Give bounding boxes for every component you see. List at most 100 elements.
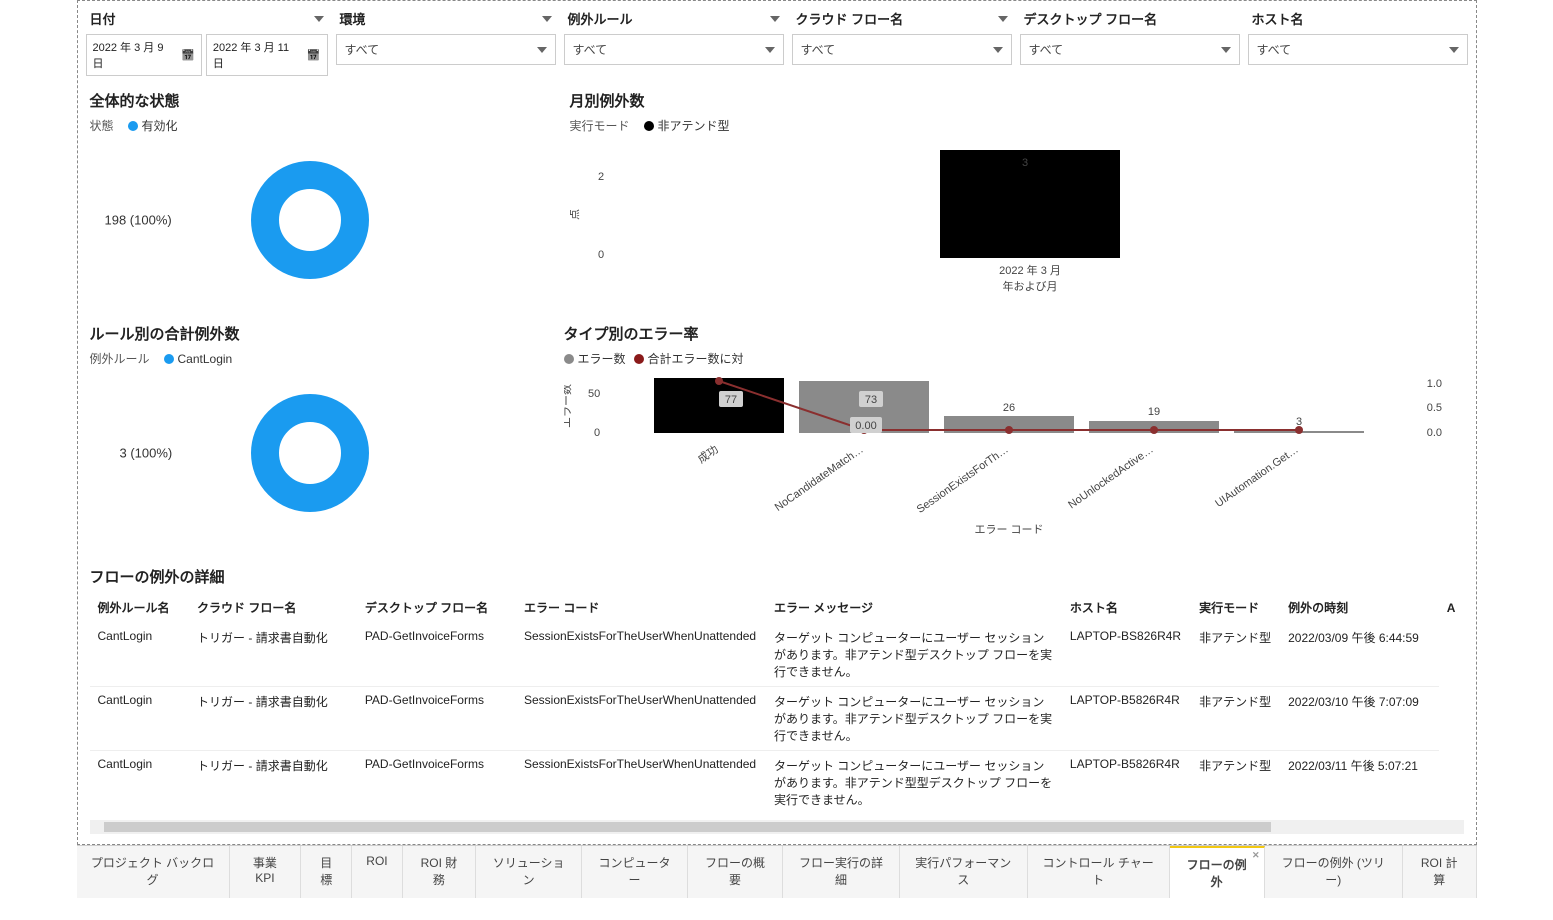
tab[interactable]: ROI [352,846,402,898]
svg-text:SessionExistsForTh…: SessionExistsForTh… [914,444,1010,516]
table-header[interactable]: A [1439,593,1464,623]
tab[interactable]: コンピューター [582,846,688,898]
legend-item: 有効化 [128,117,178,134]
host-select[interactable]: すべて [1248,34,1468,65]
chevron-down-icon [998,16,1008,22]
svg-text:0: 0 [594,427,600,439]
desktopflow-select[interactable]: すべて [1020,34,1240,65]
error-rate-chart: エラー数 50 0 1.0 0.5 0.0 77 73 26 19 3 0.00… [564,373,1464,543]
tab[interactable]: フローの概要 [688,846,783,898]
env-select[interactable]: すべて [336,34,556,65]
byrule-title: ルール別の合計例外数 [90,323,556,344]
report-canvas: 日付 2022 年 3 月 9 日 2022 年 3 月 11 日 環境 すべて… [77,0,1477,845]
chevron-down-icon [1449,47,1459,53]
tab[interactable]: フローの例外✕ [1170,846,1265,898]
svg-text:0.00: 0.00 [855,420,876,432]
errorrate-title: タイプ別のエラー率 [564,323,1464,344]
chevron-down-icon [537,47,547,53]
overall-title: 全体的な状態 [90,90,562,111]
tab[interactable]: ソリューション [476,846,582,898]
tab[interactable]: フロー実行の詳細 [783,846,900,898]
tab[interactable]: 目標 [301,846,352,898]
table-header[interactable]: エラー コード [516,593,766,623]
svg-text:年および月: 年および月 [1002,279,1057,293]
tab[interactable]: 事業 KPI [230,846,302,898]
svg-text:エラー数: エラー数 [564,384,573,428]
table-row[interactable]: CantLoginトリガー - 請求書自動化PAD-GetInvoiceForm… [90,623,1464,687]
page-tabs: プロジェクト バックログ事業 KPI目標ROIROI 財務ソリューションコンピュ… [77,845,1477,898]
table-header[interactable]: エラー メッセージ [766,593,1062,623]
svg-text:50: 50 [588,388,600,400]
svg-text:NoCandidateMatch…: NoCandidateMatch… [772,444,865,514]
filter-date[interactable]: 日付 2022 年 3 月 9 日 2022 年 3 月 11 日 [86,7,328,76]
legend-item: 合計エラー数に対 [634,350,744,367]
monthly-bar-chart: 点 2 0 3 2022 年 3 月 年および月 [570,140,1440,300]
svg-text:0: 0 [598,249,604,261]
legend-item: 非アテンド型 [644,117,730,134]
calendar-icon [181,49,195,62]
svg-text:19: 19 [1147,406,1159,418]
details-card: フローの例外の詳細 例外ルール名クラウド フロー名デスクトップ フロー名エラー … [86,556,1468,844]
svg-text:1.0: 1.0 [1426,378,1441,390]
table-header[interactable]: デスクトップ フロー名 [357,593,516,623]
table-row[interactable]: CantLoginトリガー - 請求書自動化PAD-GetInvoiceForm… [90,687,1464,751]
tab[interactable]: 実行パフォーマンス [900,846,1028,898]
table-header[interactable]: ホスト名 [1062,593,1191,623]
svg-text:0.5: 0.5 [1426,402,1441,414]
table-header[interactable]: 実行モード [1191,593,1280,623]
svg-text:73: 73 [864,394,876,406]
donut-data-label: 198 (100%) [105,213,172,228]
filter-bar: 日付 2022 年 3 月 9 日 2022 年 3 月 11 日 環境 すべて… [86,7,1468,76]
svg-text:0.0: 0.0 [1426,427,1441,439]
chevron-down-icon [314,16,324,22]
table-header[interactable]: 例外の時刻 [1280,593,1439,623]
chevron-down-icon [993,47,1003,53]
svg-text:2022 年 3 月: 2022 年 3 月 [999,263,1061,277]
chevron-down-icon [765,47,775,53]
details-table: 例外ルール名クラウド フロー名デスクトップ フロー名エラー コードエラー メッセ… [90,593,1464,814]
filter-date-label: 日付 [90,9,116,28]
byrule-card: ルール別の合計例外数 例外ルール CantLogin 3 (100%) [86,313,560,556]
tab[interactable]: コントロール チャート [1028,846,1170,898]
monthly-title: 月別例外数 [570,90,1464,111]
svg-text:77: 77 [724,394,736,406]
svg-text:成功: 成功 [695,443,720,466]
tab[interactable]: ROI 財務 [403,846,477,898]
legend-item: CantLogin [164,352,233,366]
overall-status-card: 全体的な状態 状態 有効化 198 (100%) [86,80,566,313]
donut-chart-byrule [245,388,375,518]
calendar-icon [307,49,321,62]
svg-text:26: 26 [1002,402,1014,414]
filter-host[interactable]: ホスト名 すべて [1248,7,1468,76]
rule-select[interactable]: すべて [564,34,784,65]
filter-env[interactable]: 環境 すべて [336,7,556,76]
tab[interactable]: フローの例外 (ツリー) [1265,846,1403,898]
table-header[interactable]: 例外ルール名 [90,593,190,623]
details-scroll[interactable]: 例外ルール名クラウド フロー名デスクトップ フロー名エラー コードエラー メッセ… [90,593,1464,814]
tab[interactable]: プロジェクト バックログ [77,846,230,898]
svg-text:NoUnlockedActive…: NoUnlockedActive… [1066,444,1156,512]
date-from-input[interactable]: 2022 年 3 月 9 日 [86,34,202,76]
svg-text:3: 3 [1021,157,1027,169]
details-title: フローの例外の詳細 [90,566,1464,587]
tab[interactable]: ROI 計算 [1403,846,1477,898]
table-header[interactable]: クラウド フロー名 [189,593,357,623]
filter-cloudflow[interactable]: クラウド フロー名 すべて [792,7,1012,76]
monthly-exceptions-card: 月別例外数 実行モード 非アテンド型 点 2 0 3 2022 年 3 月 年お… [566,80,1468,313]
donut-data-label: 3 (100%) [120,446,173,461]
filter-desktopflow[interactable]: デスクトップ フロー名 すべて [1020,7,1240,76]
chevron-down-icon [1221,47,1231,53]
svg-text:エラー コード: エラー コード [974,524,1043,536]
horizontal-scrollbar[interactable] [90,820,1464,834]
table-row[interactable]: CantLoginトリガー - 請求書自動化PAD-GetInvoiceForm… [90,751,1464,815]
date-to-input[interactable]: 2022 年 3 月 11 日 [206,34,328,76]
svg-text:点: 点 [570,209,581,220]
chevron-down-icon [770,16,780,22]
legend-item: エラー数 [564,350,626,367]
filter-rule[interactable]: 例外ルール すべて [564,7,784,76]
cloudflow-select[interactable]: すべて [792,34,1012,65]
donut-chart-overall [245,155,375,285]
close-icon[interactable]: ✕ [1252,850,1260,861]
chevron-down-icon [542,16,552,22]
svg-text:2: 2 [598,171,604,183]
